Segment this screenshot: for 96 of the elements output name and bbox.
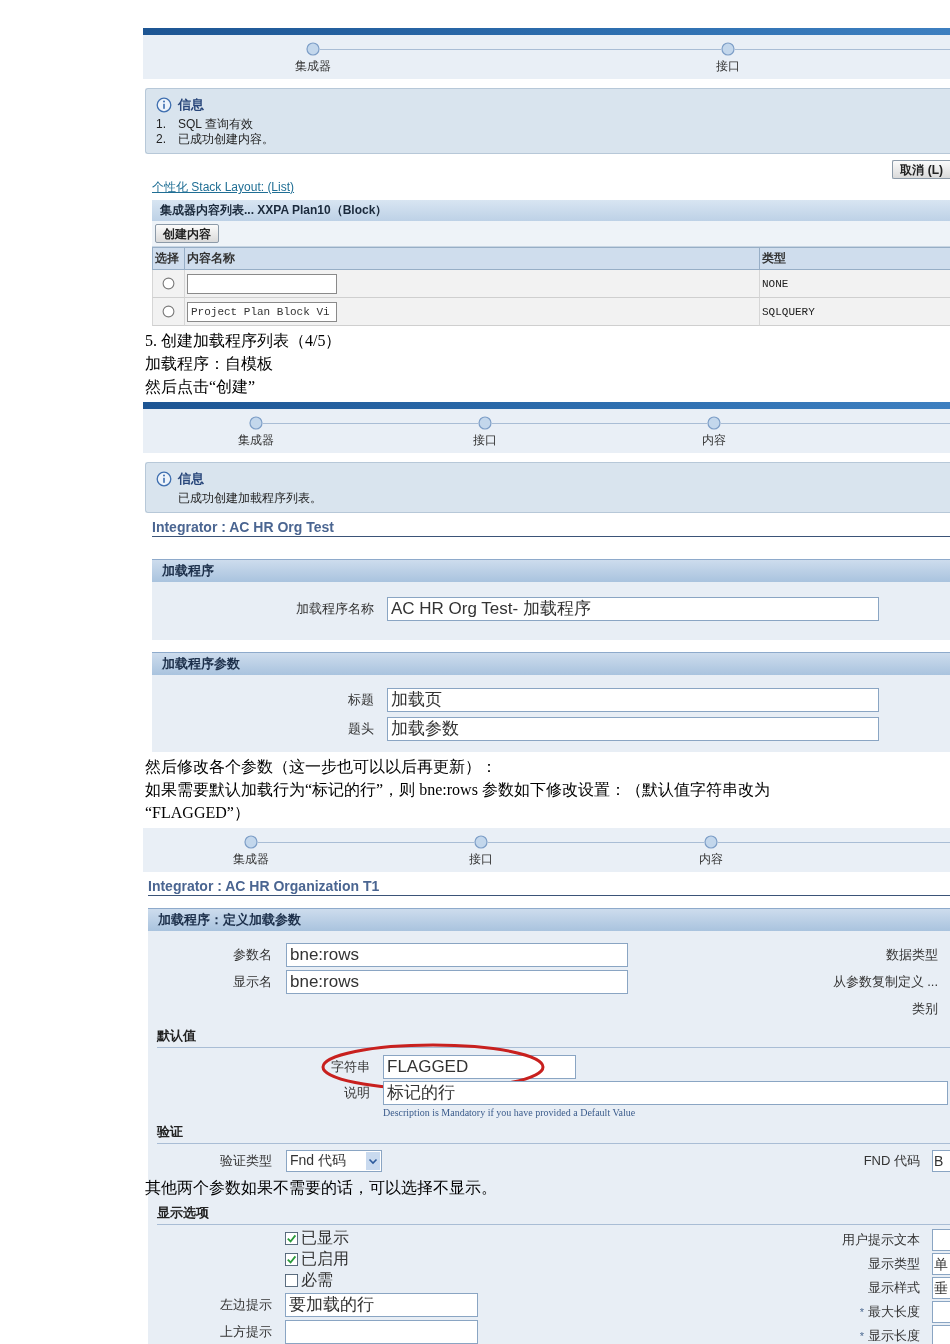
field-label: 最大长度 xyxy=(868,1303,920,1321)
step-circle-icon xyxy=(244,835,258,849)
instruction-text: 然后点击“创建” xyxy=(145,377,257,397)
info-icon xyxy=(156,471,172,487)
text-field[interactable]: AC HR Org Test- 加载程序 xyxy=(387,597,879,621)
dropdown[interactable]: Fnd 代码 xyxy=(286,1149,382,1172)
field-label: 显示类型 xyxy=(868,1255,920,1273)
step-circle-icon xyxy=(704,835,718,849)
caret-down-icon xyxy=(366,1151,380,1170)
radio-button[interactable] xyxy=(162,277,175,290)
instruction-text: 5. 创建加载程序列表（4/5） xyxy=(145,331,343,351)
integrator-title: Integrator : AC HR Organization T1 xyxy=(148,878,950,896)
checkbox[interactable] xyxy=(285,1274,298,1287)
step-label: 内容 xyxy=(699,851,723,868)
text-field[interactable] xyxy=(932,1229,950,1251)
message-title: 信息 xyxy=(178,470,204,488)
field-label: 用户提示文本 xyxy=(842,1231,920,1249)
subsection-title: 显示选项 xyxy=(157,1204,950,1225)
field-label: FND 代码 xyxy=(863,1151,920,1170)
subsection-title: 验证 xyxy=(157,1123,950,1144)
column-header: 选择 xyxy=(152,247,184,270)
step-circle-icon xyxy=(306,42,320,56)
step-circle-icon xyxy=(707,416,721,430)
text-field[interactable]: 加载页 xyxy=(387,688,879,712)
text-field[interactable] xyxy=(932,1325,950,1344)
checkbox-label: 已启用 xyxy=(301,1249,349,1269)
step-label: 内容 xyxy=(702,432,726,449)
table-cell: NONE xyxy=(759,270,950,298)
checkbox-label: 必需 xyxy=(301,1270,333,1290)
text-field[interactable]: 标记的行 xyxy=(383,1081,948,1105)
text-field[interactable]: 单 xyxy=(932,1253,950,1275)
text-field[interactable]: bne:rows xyxy=(286,942,628,967)
message-line: 已成功创建加載程序列表。 xyxy=(177,491,323,506)
required-marker: * xyxy=(859,1306,864,1318)
step-label: 接口 xyxy=(473,432,497,449)
field-label: 类别 xyxy=(912,999,939,1018)
text-field[interactable]: 垂 xyxy=(932,1277,950,1299)
required-marker: * xyxy=(859,1330,864,1342)
subsection-title: 默认值 xyxy=(157,1027,950,1048)
section-header: 加载程序 xyxy=(152,559,950,582)
step-circle-icon xyxy=(721,42,735,56)
table-cell: SQLQUERY xyxy=(759,298,950,326)
create-content-button[interactable]: 创建内容 xyxy=(155,224,219,243)
instruction-text: 加载程序：自模板 xyxy=(145,354,274,374)
field-label: 显示长度 xyxy=(868,1327,920,1344)
section-header: 加载程序：定义加载参数 xyxy=(148,908,950,931)
column-header: 内容名称 xyxy=(184,247,759,270)
step-label: 集成器 xyxy=(233,851,269,868)
section-header: 加载程序参数 xyxy=(152,652,950,675)
step-label: 集成器 xyxy=(295,58,331,75)
hint-text: Description is Mandatory if you have provided a Default Value xyxy=(383,1107,637,1118)
field-label: 显示名 xyxy=(232,972,272,991)
instruction-text: 其他两个参数如果不需要的话，可以选择不显示。 xyxy=(145,1178,498,1198)
field-label: 加载程序名称 xyxy=(295,600,374,618)
step-circle-icon xyxy=(474,835,488,849)
step-label: 集成器 xyxy=(238,432,274,449)
text-field[interactable]: 加载参数 xyxy=(387,717,879,741)
step-label: 接口 xyxy=(716,58,740,75)
name-field[interactable] xyxy=(187,273,337,294)
field-label: 标题 xyxy=(347,691,374,709)
field-label: 题头 xyxy=(347,720,374,738)
field-label: 字符串 xyxy=(330,1058,370,1076)
instruction-text: 然后修改各个参数（这一步也可以以后再更新）： xyxy=(145,757,498,777)
field-label: 数据类型 xyxy=(886,945,939,964)
field-label: 上方提示 xyxy=(219,1322,272,1341)
column-header: 类型 xyxy=(759,247,950,270)
step-circle-icon xyxy=(249,416,263,430)
info-icon xyxy=(156,97,172,113)
field-label: 显示样式 xyxy=(868,1279,920,1297)
integrator-title: Integrator : AC HR Org Test xyxy=(152,519,950,537)
field-label: 参数名 xyxy=(232,945,272,964)
checkbox-label: 已显示 xyxy=(301,1228,349,1248)
field-label: 左边提示 xyxy=(219,1295,272,1314)
personalize-link[interactable]: 个性化 Stack Layout: (List) xyxy=(152,179,295,196)
checkbox[interactable] xyxy=(285,1253,298,1266)
step-label: 接口 xyxy=(469,851,493,868)
field-label: 从参数复制定义 ... xyxy=(832,972,939,991)
instruction-text: 如果需要默认加载行为“标记的行”，则 bne:rows 参数如下修改设置：（默认值字符串改为 xyxy=(145,780,771,800)
text-field[interactable]: bne:rows xyxy=(286,969,628,994)
text-field[interactable] xyxy=(932,1301,950,1323)
message-line: 1. SQL 查询有效 xyxy=(156,117,254,132)
step-circle-icon xyxy=(478,416,492,430)
table-title-bar: 集成器内容列表... XXPA Plan10（Block） xyxy=(152,200,950,221)
message-title: 信息 xyxy=(178,96,204,114)
instruction-text: “FLAGGED”） xyxy=(145,803,251,823)
radio-button[interactable] xyxy=(162,305,175,318)
text-field[interactable]: FLAGGED xyxy=(383,1055,576,1079)
text-field[interactable]: B xyxy=(932,1149,950,1172)
name-field[interactable]: Project Plan Block Vi xyxy=(187,301,337,322)
text-field[interactable] xyxy=(285,1319,478,1344)
cancel-button[interactable]: 取消 (L) xyxy=(892,160,950,179)
field-label: 说明 xyxy=(343,1084,370,1102)
text-field[interactable]: 要加载的行 xyxy=(285,1292,478,1317)
field-label: 验证类型 xyxy=(219,1151,272,1170)
message-line: 2. 已成功创建内容。 xyxy=(156,132,275,147)
checkbox[interactable] xyxy=(285,1232,298,1245)
